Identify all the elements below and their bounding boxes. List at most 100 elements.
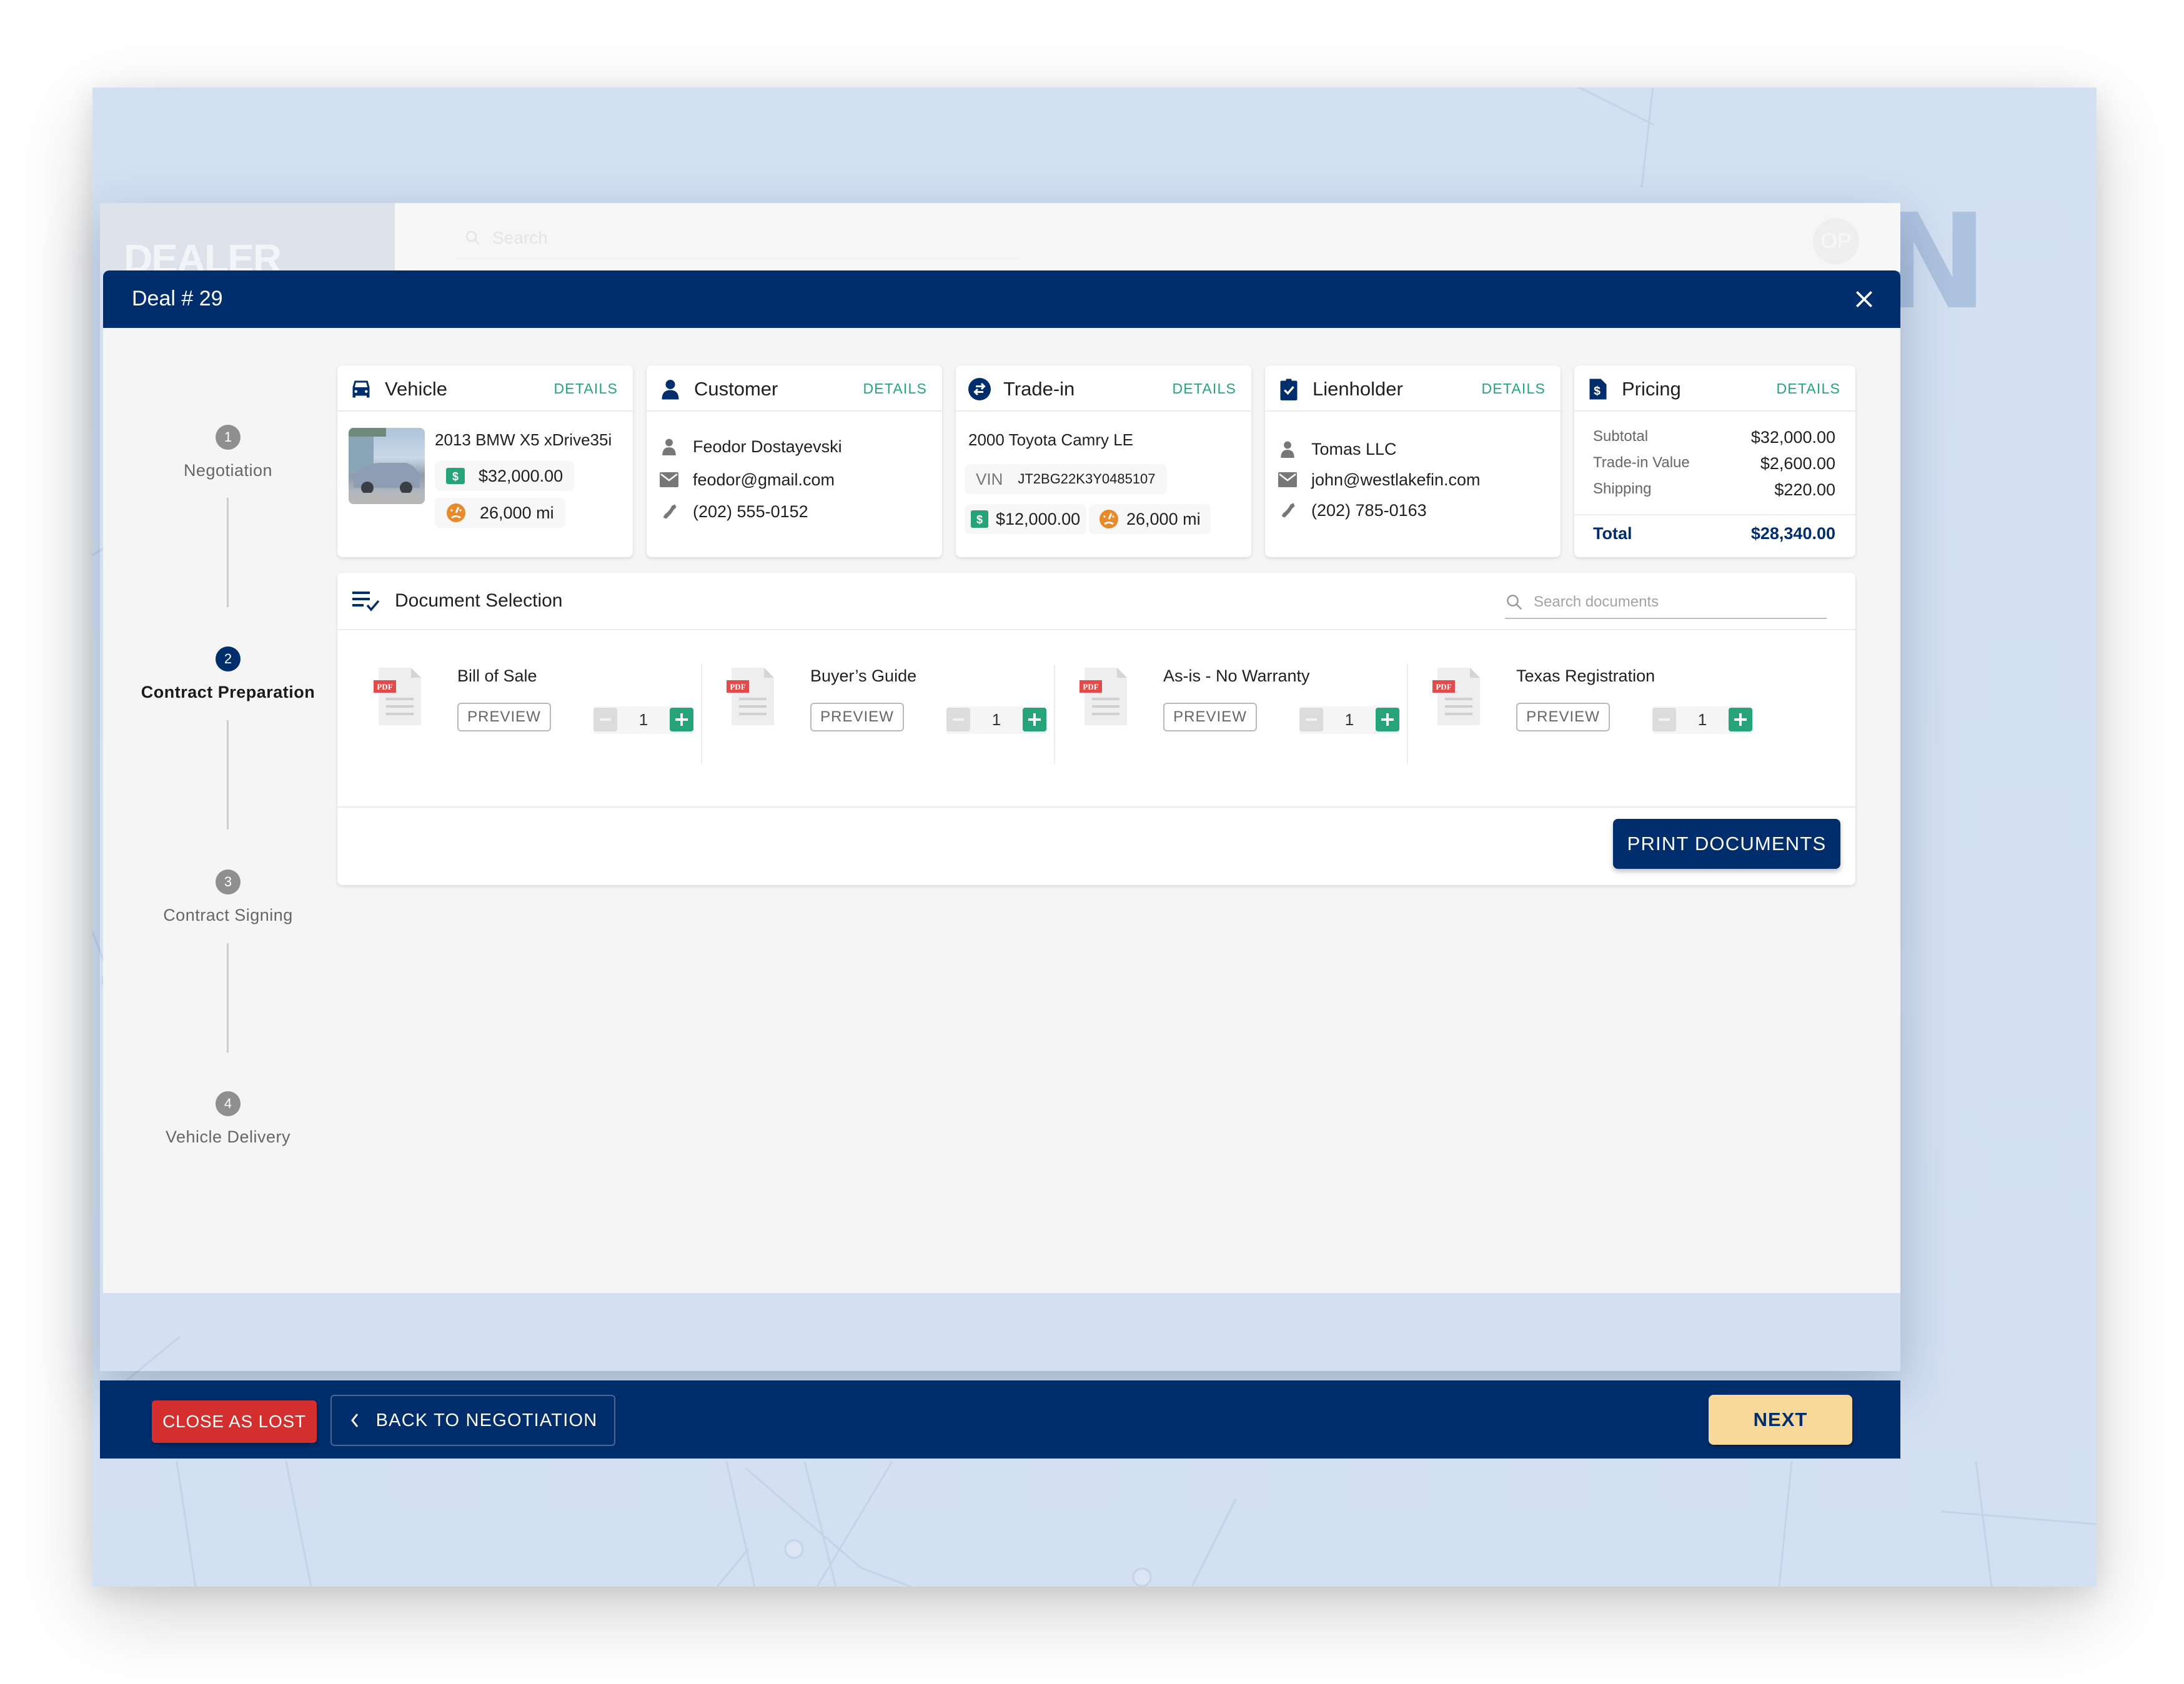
customer-email: feodor@gmail.com	[693, 470, 835, 489]
svg-text:$: $	[452, 470, 459, 483]
step-label: Contract Preparation	[141, 683, 315, 701]
close-as-lost-button[interactable]: CLOSE AS LOST	[152, 1400, 317, 1443]
price-value: $32,000.00	[1750, 428, 1835, 447]
search-documents-field[interactable]	[1505, 587, 1827, 619]
preview-button[interactable]: PREVIEW	[457, 703, 551, 731]
decrement-button[interactable]	[946, 708, 970, 731]
details-link[interactable]: DETAILS	[863, 380, 927, 397]
person-icon	[662, 438, 676, 455]
preview-button[interactable]: PREVIEW	[1516, 703, 1610, 731]
details-link[interactable]: DETAILS	[1172, 380, 1236, 397]
divider	[457, 258, 1020, 259]
document-item-bill-of-sale: PDF Bill of Sale PREVIEW 1	[356, 660, 709, 760]
app-search: Search	[464, 225, 548, 250]
phone-icon	[1281, 503, 1295, 518]
step-negotiation[interactable]: 1 Negotiation	[103, 425, 353, 480]
price-value: $2,600.00	[1760, 454, 1835, 473]
document-name: Texas Registration	[1516, 666, 1655, 685]
svg-text:PDF: PDF	[730, 682, 745, 691]
vin-value: JT2BG22K3Y0485107	[1018, 471, 1156, 487]
details-link[interactable]: DETAILS	[1481, 380, 1546, 397]
quantity-stepper: 1	[593, 706, 693, 734]
increment-button[interactable]	[670, 708, 693, 731]
car-photo-illustration	[349, 428, 425, 504]
vin-chip: VIN JT2BG22K3Y0485107	[965, 464, 1167, 494]
card-header: Vehicle DETAILS	[337, 365, 633, 412]
price-row-total: Total $28,340.00	[1593, 524, 1835, 543]
customer-phone: (202) 555-0152	[693, 502, 808, 521]
lienholder-email-row: john@westlakefin.com	[1278, 470, 1481, 490]
checklist-icon	[352, 592, 380, 612]
divider	[1054, 664, 1055, 764]
tradein-mileage-chip: 26,000 mi	[1089, 504, 1211, 534]
speedometer-icon	[447, 503, 465, 522]
decrement-button[interactable]	[1299, 708, 1323, 731]
svg-text:$: $	[976, 513, 983, 526]
dollar-icon: $	[971, 510, 988, 528]
price-row-subtotal: Subtotal $32,000.00	[1593, 428, 1835, 447]
step-connector	[227, 498, 229, 607]
speedometer-icon	[1099, 510, 1118, 528]
person-icon	[662, 380, 679, 400]
card-title: Vehicle	[385, 378, 447, 400]
card-header: Trade-in DETAILS	[956, 365, 1251, 412]
quantity-stepper: 1	[1299, 706, 1399, 734]
vehicle-mileage: 26,000 mi	[480, 503, 554, 522]
decrement-button[interactable]	[1652, 708, 1676, 731]
swap-icon	[968, 378, 991, 400]
customer-name: Feodor Dostayevski	[693, 437, 842, 456]
avatar: OP	[1813, 218, 1859, 264]
person-icon	[1281, 441, 1294, 458]
app-search-placeholder: Search	[492, 228, 548, 247]
details-link[interactable]: DETAILS	[553, 380, 618, 397]
lienholder-name-row: Tomas LLC	[1278, 439, 1397, 459]
price-row-tradein: Trade-in Value $2,600.00	[1593, 454, 1835, 473]
print-documents-button[interactable]: PRINT DOCUMENTS	[1613, 819, 1840, 869]
vehicle-name: 2013 BMW X5 xDrive35i	[435, 430, 612, 449]
details-link[interactable]: DETAILS	[1776, 380, 1840, 397]
vehicle-card: Vehicle DETAILS 2013 BMW X5 xDrive35i $ …	[337, 365, 633, 557]
decrement-button[interactable]	[593, 708, 617, 731]
dollar-icon: $	[446, 468, 465, 484]
tradein-price-chip: $ $12,000.00	[965, 504, 1087, 534]
step-vehicle-delivery[interactable]: 4 Vehicle Delivery	[103, 1091, 353, 1147]
tradein-name: 2000 Toyota Camry LE	[968, 430, 1133, 449]
step-number: 3	[216, 869, 241, 894]
vehicle-price-chip: $ $32,000.00	[435, 461, 575, 491]
vehicle-mileage-chip: 26,000 mi	[435, 498, 565, 528]
search-icon	[1507, 595, 1522, 610]
lienholder-phone: (202) 785-0163	[1311, 500, 1427, 520]
document-item-as-is-no-warranty: PDF As-is - No Warranty PREVIEW 1	[1062, 660, 1415, 760]
card-title: Customer	[694, 378, 778, 400]
modal-header: Deal # 29	[103, 270, 1900, 328]
svg-text:PDF: PDF	[377, 682, 392, 691]
divider	[701, 664, 702, 764]
preview-button[interactable]: PREVIEW	[1163, 703, 1257, 731]
increment-button[interactable]	[1023, 708, 1046, 731]
step-label: Negotiation	[183, 461, 273, 480]
svg-text:PDF: PDF	[1436, 682, 1451, 691]
back-to-negotiation-button[interactable]: BACK TO NEGOTIATION	[330, 1395, 615, 1446]
price-label: Shipping	[1593, 480, 1652, 497]
increment-button[interactable]	[1729, 708, 1752, 731]
email-icon	[1278, 472, 1297, 487]
preview-button[interactable]: PREVIEW	[810, 703, 904, 731]
plus-icon	[675, 713, 688, 726]
customer-card: Customer DETAILS Feodor Dostayevski feod…	[647, 365, 942, 557]
lienholder-name: Tomas LLC	[1311, 439, 1397, 458]
close-icon[interactable]	[1852, 287, 1877, 312]
minus-icon	[953, 718, 964, 721]
divider	[1574, 514, 1855, 515]
card-title: Pricing	[1622, 378, 1681, 400]
price-label: Subtotal	[1593, 428, 1649, 445]
search-documents-input[interactable]	[1534, 593, 1809, 611]
chevron-left-icon	[350, 1414, 358, 1427]
step-contract-signing[interactable]: 3 Contract Signing	[103, 869, 353, 925]
document-item-buyers-guide: PDF Buyer’s Guide PREVIEW 1	[709, 660, 1062, 760]
step-contract-preparation[interactable]: 2 Contract Preparation	[103, 646, 353, 702]
card-title: Lienholder	[1313, 378, 1403, 400]
email-icon	[660, 472, 678, 487]
increment-button[interactable]	[1376, 708, 1399, 731]
next-button[interactable]: NEXT	[1709, 1395, 1852, 1445]
plus-icon	[1734, 713, 1747, 726]
